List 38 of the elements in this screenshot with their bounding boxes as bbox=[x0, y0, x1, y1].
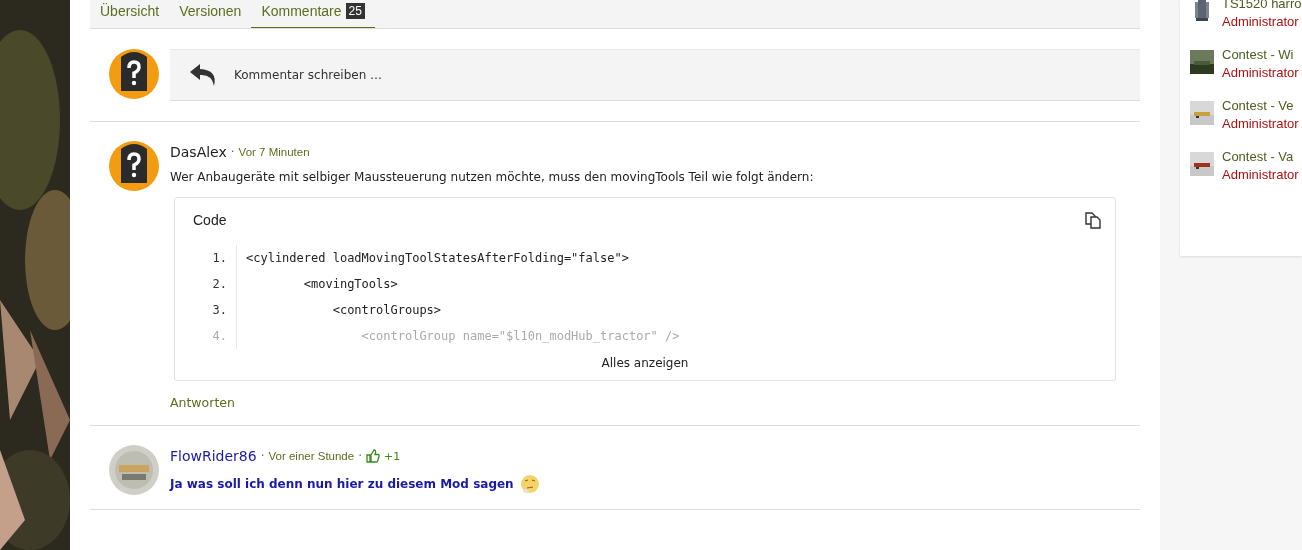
line-number: 1. bbox=[193, 245, 237, 271]
comment-field[interactable]: Kommentar schreiben … bbox=[170, 49, 1140, 101]
code-line: <controlGroups> bbox=[331, 303, 442, 317]
code-line: <movingTools> bbox=[302, 277, 398, 291]
code-title: Code bbox=[193, 212, 227, 228]
show-all-link[interactable]: Alles anzeigen bbox=[601, 356, 689, 370]
line-number: 3. bbox=[193, 297, 237, 323]
line-number: 2. bbox=[193, 271, 237, 297]
timestamp: Vor 7 Minuten bbox=[238, 146, 310, 158]
timestamp: Vor einer Stunde bbox=[268, 450, 355, 462]
count-badge: 25 bbox=[345, 2, 365, 19]
author-link[interactable]: Administrator bbox=[1222, 116, 1299, 131]
line-number: 4. bbox=[193, 323, 237, 349]
avatar-icon bbox=[109, 49, 159, 99]
tab[interactable]: Kommentare 25 bbox=[251, 0, 375, 28]
comment-text: Wer Anbaugeräte mit selbiger Maussteuerung nutzen möchte, muss den movingTools Teil wie folgt ändern: bbox=[170, 170, 814, 184]
mod-link[interactable]: Contest - Ve bbox=[1222, 98, 1299, 113]
comment-text: Ja was soll ich denn nun hier zu diesem Mod sagen bbox=[170, 477, 514, 491]
avatar-icon bbox=[109, 141, 159, 191]
author-link[interactable]: Administrator bbox=[1222, 167, 1299, 182]
copy-icon[interactable] bbox=[1083, 210, 1103, 230]
author-link[interactable]: DasAlex bbox=[170, 144, 227, 160]
author-link[interactable]: Administrator bbox=[1222, 65, 1299, 80]
separator: · bbox=[358, 449, 362, 463]
mod-link[interactable]: Contest - Wi bbox=[1222, 47, 1299, 62]
tab[interactable]: Versionen bbox=[169, 0, 252, 28]
author-link[interactable]: Administrator bbox=[1222, 14, 1302, 29]
separator: · bbox=[230, 145, 235, 159]
tab[interactable]: Übersicht bbox=[100, 0, 170, 28]
author-link[interactable]: FlowRider86 bbox=[170, 448, 257, 464]
mod-link[interactable]: Contest - Va bbox=[1222, 149, 1299, 164]
thumbs-up-icon bbox=[366, 449, 380, 463]
code-line: <controlGroup name="$l10n_modHub_tractor" /> bbox=[360, 329, 680, 343]
thinking-emoji-icon bbox=[519, 474, 540, 494]
separator: · bbox=[260, 449, 265, 463]
code-line: <cylindered loadMovingToolStatesAfterFolding="false"> bbox=[245, 251, 629, 265]
like-count: +1 bbox=[384, 449, 401, 463]
reply-link[interactable]: Antworten bbox=[170, 395, 235, 410]
